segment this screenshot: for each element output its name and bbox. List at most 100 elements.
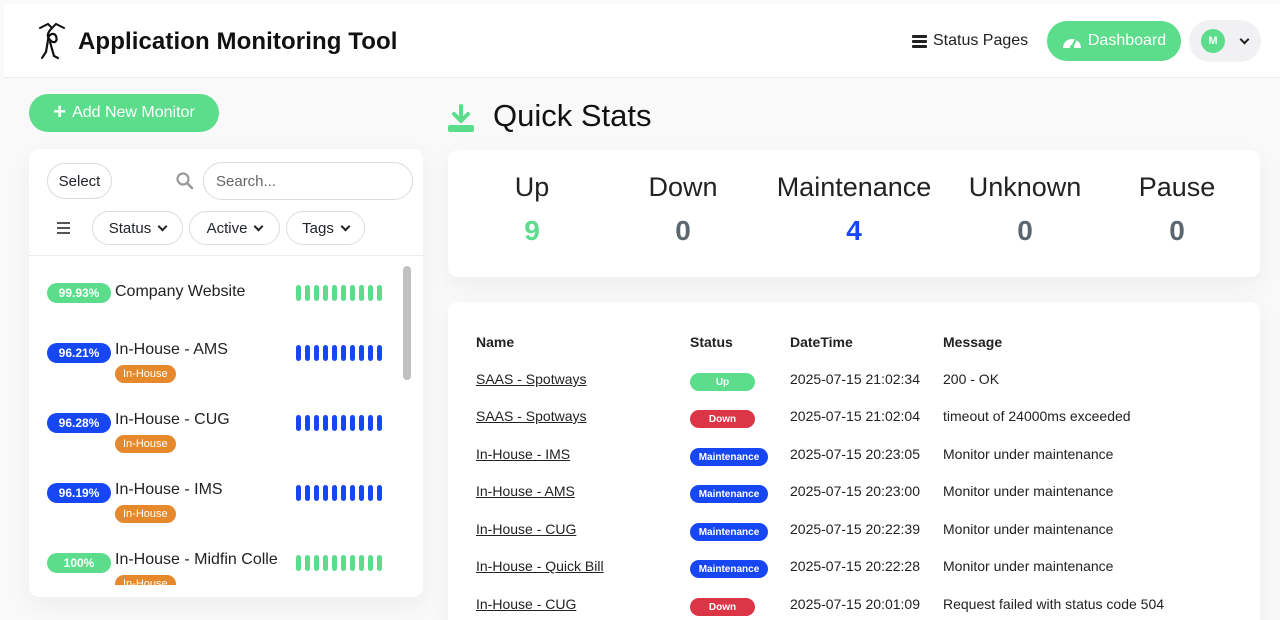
- search-icon: [176, 172, 194, 190]
- search-input[interactable]: [203, 162, 413, 200]
- heartbeat-beat[interactable]: [368, 415, 373, 431]
- monitor-link[interactable]: In-House - Quick Bill: [476, 558, 604, 574]
- profile-dropdown[interactable]: M: [1189, 20, 1261, 62]
- stat-label: Down: [648, 172, 718, 202]
- monitor-name: In-House - IMS: [115, 481, 223, 498]
- heartbeat-beat[interactable]: [341, 415, 346, 431]
- dashboard-label: Dashboard: [1087, 32, 1167, 49]
- event-datetime: 2025-07-15 20:22:28: [790, 558, 920, 574]
- monitor-item[interactable]: 96.28% In-House - CUG In-House: [29, 411, 399, 483]
- quick-stats-card: Up 9 Down 0 Maintenance 4 Unknown 0 Paus…: [448, 150, 1260, 277]
- monitor-link[interactable]: In-House - IMS: [476, 446, 570, 462]
- tags-filter-dropdown[interactable]: Tags: [286, 211, 365, 245]
- heartbeat-bar: [296, 555, 382, 571]
- heartbeat-beat[interactable]: [332, 285, 337, 301]
- heartbeat-beat[interactable]: [350, 555, 355, 571]
- heartbeat-beat[interactable]: [314, 285, 319, 301]
- filter-list-icon[interactable]: [57, 222, 71, 234]
- event-message: timeout of 24000ms exceeded: [943, 408, 1131, 424]
- stat-value: 0: [675, 215, 691, 246]
- event-message: Monitor under maintenance: [943, 521, 1114, 537]
- heartbeat-beat[interactable]: [305, 485, 310, 501]
- heartbeat-beat[interactable]: [359, 285, 364, 301]
- monitor-item[interactable]: 96.21% In-House - AMS In-House: [29, 341, 399, 413]
- heartbeat-beat[interactable]: [296, 285, 301, 301]
- heartbeat-beat[interactable]: [341, 345, 346, 361]
- heartbeat-beat[interactable]: [296, 345, 301, 361]
- stat-unknown: Unknown 0: [962, 172, 1088, 247]
- heartbeat-beat[interactable]: [323, 415, 328, 431]
- heartbeat-beat[interactable]: [305, 285, 310, 301]
- scrollbar[interactable]: [403, 266, 411, 380]
- active-filter-dropdown[interactable]: Active: [189, 211, 280, 245]
- heartbeat-beat[interactable]: [332, 555, 337, 571]
- heartbeat-beat[interactable]: [323, 285, 328, 301]
- heartbeat-beat[interactable]: [359, 485, 364, 501]
- uptime-badge: 96.21%: [47, 343, 111, 363]
- heartbeat-beat[interactable]: [359, 345, 364, 361]
- heartbeat-beat[interactable]: [332, 345, 337, 361]
- heartbeat-beat[interactable]: [359, 415, 364, 431]
- status-badge: Maintenance: [690, 523, 768, 541]
- heartbeat-beat[interactable]: [296, 415, 301, 431]
- top-header: Application Monitoring Tool Status Pages…: [4, 4, 1280, 78]
- heartbeat-beat[interactable]: [377, 555, 382, 571]
- heartbeat-beat[interactable]: [314, 415, 319, 431]
- heartbeat-beat[interactable]: [332, 415, 337, 431]
- monitor-link[interactable]: SAAS - Spotways: [476, 371, 587, 387]
- heartbeat-beat[interactable]: [368, 485, 373, 501]
- dashboard-button[interactable]: Dashboard: [1047, 21, 1181, 61]
- monitor-link[interactable]: SAAS - Spotways: [476, 408, 587, 424]
- heartbeat-beat[interactable]: [350, 285, 355, 301]
- event-datetime: 2025-07-15 20:01:09: [790, 596, 920, 612]
- heartbeat-beat[interactable]: [323, 555, 328, 571]
- heartbeat-beat[interactable]: [368, 285, 373, 301]
- heartbeat-beat[interactable]: [377, 345, 382, 361]
- monitor-item[interactable]: 96.19% In-House - IMS In-House: [29, 481, 399, 553]
- monitor-item[interactable]: 99.93% Company Website: [29, 273, 399, 333]
- app-logo-icon[interactable]: [34, 22, 70, 60]
- status-badge: Up: [690, 373, 755, 391]
- heartbeat-beat[interactable]: [305, 345, 310, 361]
- chevron-down-icon: [1239, 34, 1250, 44]
- heartbeat-beat[interactable]: [341, 555, 346, 571]
- heartbeat-beat[interactable]: [332, 485, 337, 501]
- heartbeat-beat[interactable]: [323, 485, 328, 501]
- monitor-link[interactable]: In-House - CUG: [476, 521, 576, 537]
- monitor-item[interactable]: 100% In-House - Midfin Collections In-Ho…: [29, 551, 399, 585]
- heartbeat-beat[interactable]: [305, 415, 310, 431]
- heartbeat-beat[interactable]: [296, 555, 301, 571]
- heartbeat-beat[interactable]: [377, 415, 382, 431]
- heartbeat-beat[interactable]: [341, 285, 346, 301]
- heartbeat-beat[interactable]: [323, 345, 328, 361]
- uptime-badge: 99.93%: [47, 283, 111, 303]
- heartbeat-beat[interactable]: [359, 555, 364, 571]
- heartbeat-beat[interactable]: [314, 345, 319, 361]
- heartbeat-beat[interactable]: [377, 485, 382, 501]
- status-pages-link[interactable]: Status Pages: [912, 32, 1028, 50]
- heartbeat-beat[interactable]: [350, 415, 355, 431]
- tag-badge: In-House: [115, 435, 176, 453]
- status-badge: Down: [690, 598, 755, 616]
- app-title: Application Monitoring Tool: [78, 28, 398, 55]
- plus-icon: +: [53, 99, 67, 124]
- heartbeat-beat[interactable]: [350, 485, 355, 501]
- heartbeat-beat[interactable]: [296, 485, 301, 501]
- heartbeat-beat[interactable]: [305, 555, 310, 571]
- important-events-table: Name Status DateTime Message SAAS - Spot…: [448, 302, 1260, 620]
- table-row: In-House - AMS Maintenance 2025-07-15 20:2…: [448, 483, 1260, 520]
- stat-up: Up 9: [498, 172, 566, 247]
- heartbeat-beat[interactable]: [314, 555, 319, 571]
- monitor-link[interactable]: In-House - AMS: [476, 483, 575, 499]
- status-filter-dropdown[interactable]: Status: [92, 211, 183, 245]
- heartbeat-beat[interactable]: [314, 485, 319, 501]
- monitor-link[interactable]: In-House - CUG: [476, 596, 576, 612]
- select-button[interactable]: Select: [47, 163, 112, 199]
- heartbeat-beat[interactable]: [368, 555, 373, 571]
- heartbeat-beat[interactable]: [350, 345, 355, 361]
- add-new-monitor-button[interactable]: + Add New Monitor: [29, 94, 219, 132]
- chevron-down-icon: [157, 221, 168, 231]
- heartbeat-beat[interactable]: [368, 345, 373, 361]
- heartbeat-beat[interactable]: [377, 285, 382, 301]
- heartbeat-beat[interactable]: [341, 485, 346, 501]
